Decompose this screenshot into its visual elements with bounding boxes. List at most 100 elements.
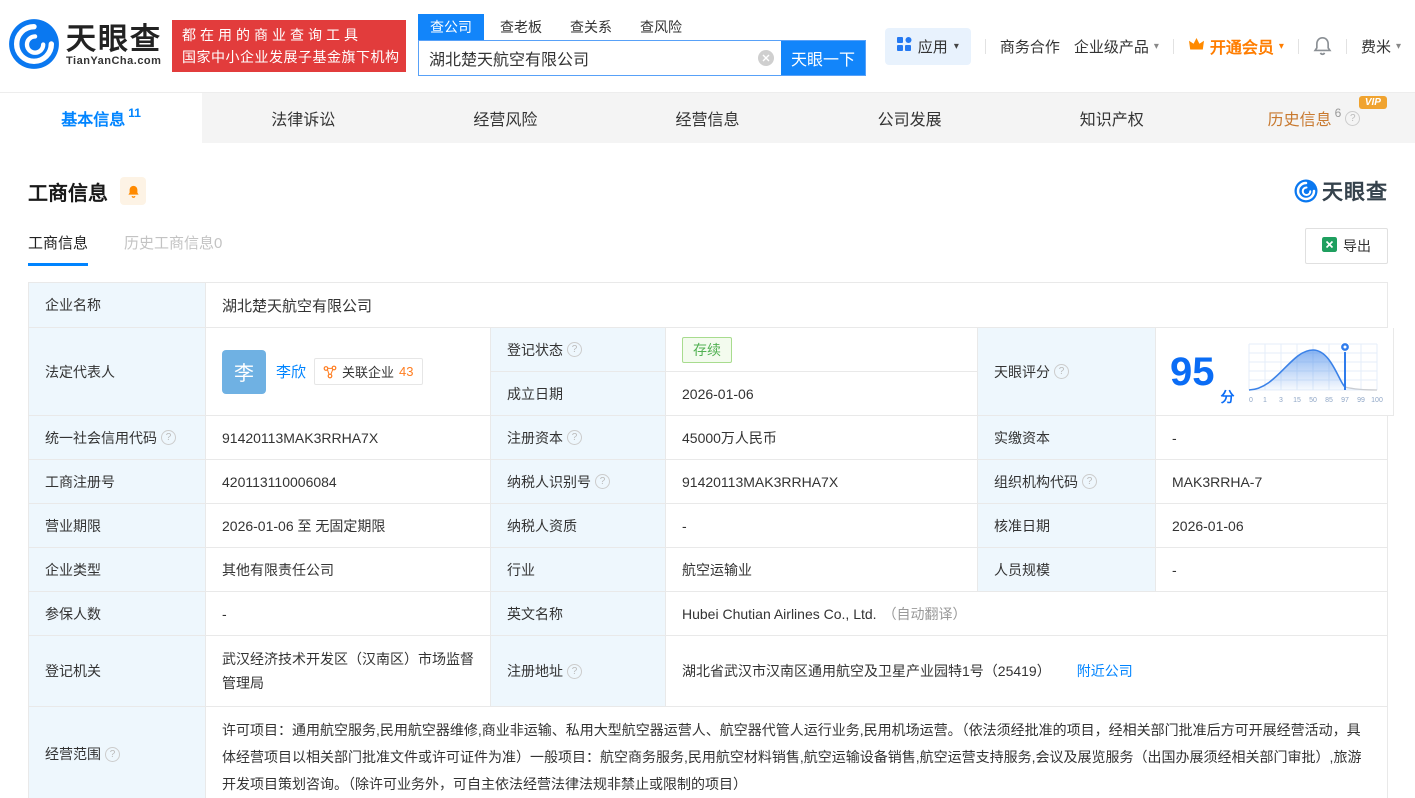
- subtab-history-business-info[interactable]: 历史工商信息0: [124, 232, 222, 266]
- english-name-label: 英文名称: [491, 592, 666, 636]
- help-icon[interactable]: ?: [595, 474, 610, 489]
- score-cell: 95 分: [1156, 328, 1394, 416]
- org-code-label: 组织机构代码?: [978, 460, 1156, 504]
- help-icon[interactable]: ?: [1054, 364, 1069, 379]
- company-name-value: 湖北楚天航空有限公司: [206, 283, 1388, 328]
- search-tab-company[interactable]: 查公司: [418, 14, 484, 40]
- score-label: 天眼评分?: [978, 328, 1156, 416]
- legal-rep-cell: 李 李欣 关联企业 43: [206, 328, 491, 416]
- reg-status-label: 登记状态?: [491, 328, 666, 372]
- tab-legal[interactable]: 法律诉讼: [202, 93, 404, 143]
- subtab-business-info[interactable]: 工商信息: [28, 232, 88, 266]
- taxpayer-quality-value: -: [666, 504, 978, 548]
- svg-text:99: 99: [1357, 397, 1365, 404]
- tab-operating-info[interactable]: 经营信息: [606, 93, 808, 143]
- tianyancha-logo[interactable]: 天眼查 TianYanCha.com: [8, 18, 162, 75]
- est-date-label: 成立日期: [491, 372, 666, 416]
- username: 费米: [1361, 36, 1391, 57]
- search-button[interactable]: 天眼一下: [781, 41, 865, 75]
- org-code-value: MAK3RRHA-7: [1156, 460, 1388, 504]
- tab-operation-label: 经营信息: [675, 106, 739, 130]
- tab-basic-label: 基本信息: [61, 106, 125, 130]
- subscribe-bell-icon[interactable]: [120, 177, 146, 205]
- search-tab-risk[interactable]: 查风险: [628, 14, 694, 40]
- tab-basic-info[interactable]: 基本信息 11: [0, 93, 202, 143]
- authority-value: 武汉经济技术开发区（汉南区）市场监督管理局: [206, 636, 491, 707]
- divider: [1346, 39, 1347, 54]
- divider: [1298, 39, 1299, 54]
- related-companies-badge[interactable]: 关联企业 43: [314, 358, 422, 385]
- score-unit: 分: [1221, 387, 1235, 407]
- address-value: 湖北省武汉市汉南区通用航空及卫星产业园特1号（25419） 附近公司: [666, 636, 1388, 707]
- svg-text:0: 0: [1249, 397, 1253, 404]
- crown-icon: [1188, 37, 1205, 56]
- help-icon[interactable]: ?: [161, 430, 176, 445]
- biz-term-value: 2026-01-06 至 无固定期限: [206, 504, 491, 548]
- taxpayer-id-label: 纳税人识别号?: [491, 460, 666, 504]
- slogan-banner: 都在用的商业查询工具 国家中小企业发展子基金旗下机构: [172, 20, 406, 72]
- vip-badge: VIP: [1359, 96, 1387, 109]
- company-name-label: 企业名称: [29, 283, 206, 328]
- insured-label: 参保人数: [29, 592, 206, 636]
- industry-label: 行业: [491, 548, 666, 592]
- chevron-down-icon: ▾: [1396, 41, 1401, 52]
- svg-text:50: 50: [1309, 397, 1317, 404]
- score-distribution-chart: 0 1 3 15 50 85 97 99 100: [1247, 338, 1385, 406]
- tab-history-info[interactable]: VIP 历史信息 6 ?: [1213, 93, 1415, 143]
- section-title: 工商信息: [28, 177, 108, 206]
- brand-domain: TianYanCha.com: [66, 55, 162, 67]
- user-account-menu[interactable]: 费米 ▾: [1361, 36, 1401, 57]
- tab-intellectual-property[interactable]: 知识产权: [1011, 93, 1213, 143]
- clear-search-icon[interactable]: [751, 41, 781, 75]
- english-name-value: Hubei Chutian Airlines Co., Ltd. （自动翻译）: [666, 592, 1388, 636]
- legal-rep-avatar[interactable]: 李: [222, 350, 266, 394]
- svg-text:100: 100: [1371, 397, 1383, 404]
- help-icon[interactable]: ?: [567, 430, 582, 445]
- search-tab-relation[interactable]: 查关系: [558, 14, 624, 40]
- company-type-label: 企业类型: [29, 548, 206, 592]
- tab-company-development[interactable]: 公司发展: [809, 93, 1011, 143]
- divider: [985, 39, 986, 54]
- staff-size-value: -: [1156, 548, 1388, 592]
- tab-risk-label: 经营风险: [473, 106, 537, 130]
- enterprise-product-menu[interactable]: 企业级产品 ▾: [1074, 36, 1159, 57]
- export-button[interactable]: 导出: [1305, 228, 1388, 264]
- apps-grid-icon: [897, 37, 912, 56]
- search-tabs: 查公司 查老板 查关系 查风险: [418, 14, 866, 40]
- tab-operating-risk[interactable]: 经营风险: [404, 93, 606, 143]
- legal-rep-name-link[interactable]: 李欣: [276, 361, 306, 382]
- reg-capital-label: 注册资本?: [491, 416, 666, 460]
- authority-label: 登记机关: [29, 636, 206, 707]
- help-icon[interactable]: ?: [1345, 111, 1360, 126]
- tab-legal-label: 法律诉讼: [271, 106, 335, 130]
- tab-basic-count: 11: [128, 106, 141, 120]
- watermark-brand-text: 天眼查: [1322, 176, 1388, 206]
- legal-rep-label: 法定代表人: [29, 328, 206, 416]
- business-coop-link[interactable]: 商务合作: [1000, 36, 1060, 57]
- help-icon[interactable]: ?: [105, 747, 120, 762]
- credit-code-value: 91420113MAK3RRHA7X: [206, 416, 491, 460]
- search-input[interactable]: [419, 41, 751, 75]
- search-tab-boss[interactable]: 查老板: [488, 14, 554, 40]
- help-icon[interactable]: ?: [567, 664, 582, 679]
- apps-menu[interactable]: 应用 ▾: [885, 28, 971, 65]
- divider: [1173, 39, 1174, 54]
- related-companies-label: 关联企业: [342, 362, 394, 381]
- help-icon[interactable]: ?: [567, 342, 582, 357]
- open-vip-label: 开通会员: [1210, 34, 1274, 58]
- svg-text:85: 85: [1325, 397, 1333, 404]
- related-companies-count: 43: [399, 364, 413, 379]
- paid-capital-value: -: [1156, 416, 1388, 460]
- tianyancha-watermark-logo: 天眼查: [1294, 176, 1388, 206]
- chevron-down-icon: ▾: [1154, 41, 1159, 52]
- help-icon[interactable]: ?: [1082, 474, 1097, 489]
- company-type-value: 其他有限责任公司: [206, 548, 491, 592]
- excel-icon: [1322, 237, 1337, 255]
- open-vip-menu[interactable]: 开通会员 ▾: [1188, 34, 1284, 58]
- biz-term-label: 营业期限: [29, 504, 206, 548]
- approval-date-label: 核准日期: [978, 504, 1156, 548]
- staff-size-label: 人员规模: [978, 548, 1156, 592]
- nearby-companies-link[interactable]: 附近公司: [1077, 661, 1133, 681]
- status-badge: 存续: [682, 337, 732, 363]
- notification-bell[interactable]: [1313, 36, 1332, 56]
